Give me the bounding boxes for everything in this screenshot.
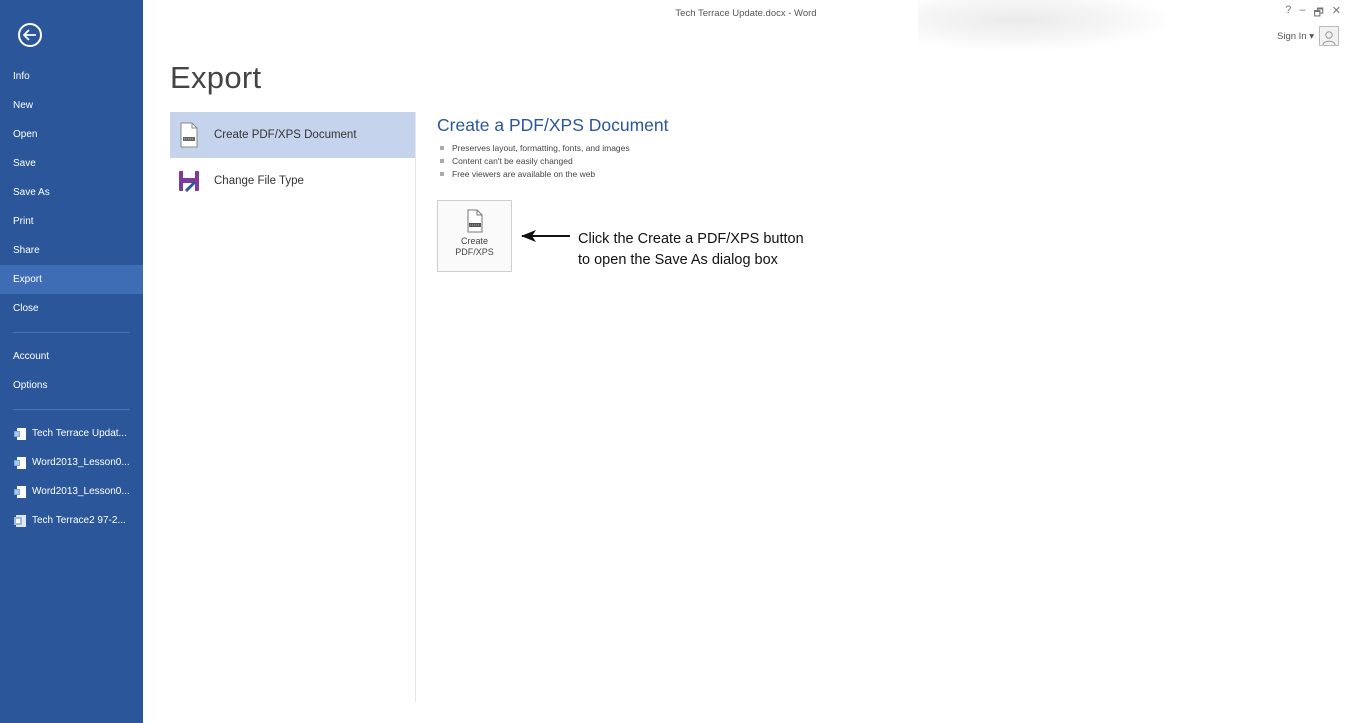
nav-item-new[interactable]: New [0, 91, 143, 120]
nav-item-print[interactable]: Print [0, 207, 143, 236]
restore-icon[interactable]: 🗗 [1313, 4, 1323, 23]
bullet-item: Preserves layout, formatting, fonts, and… [437, 142, 668, 155]
panel-divider [415, 112, 416, 702]
callout-annotation: Click the Create a PDF/XPS button to ope… [578, 229, 804, 271]
bullet-item: Content can't be easily changed [437, 155, 668, 168]
option-create-pdf-xps[interactable]: Create PDF/XPS Document [170, 112, 415, 158]
recent-doc-item[interactable]: Word2013_Lesson0... [0, 477, 143, 506]
recent-doc-label: Tech Terrace Updat... [32, 428, 127, 439]
create-pdf-xps-button[interactable]: Create PDF/XPS [437, 200, 512, 272]
nav-list: Info New Open Save Save As Print Share E… [0, 62, 143, 535]
window-controls: ? – 🗗 ✕ [1285, 4, 1341, 23]
callout-line: Click the Create a PDF/XPS button [578, 231, 804, 247]
recent-doc-label: Tech Terrace2 97-2... [32, 515, 126, 526]
callout-line: to open the Save As dialog box [578, 252, 778, 268]
title-bar: Tech Terrace Update.docx - Word ? – 🗗 ✕ … [143, 0, 1349, 50]
nav-item-share[interactable]: Share [0, 236, 143, 265]
nav-item-account[interactable]: Account [0, 342, 143, 371]
recent-doc-label: Word2013_Lesson0... [32, 486, 130, 497]
nav-item-info[interactable]: Info [0, 62, 143, 91]
recent-doc-item[interactable]: Word2013_Lesson0... [0, 448, 143, 477]
nav-item-save-as[interactable]: Save As [0, 178, 143, 207]
detail-bullets: Preserves layout, formatting, fonts, and… [437, 142, 668, 181]
avatar [1319, 26, 1339, 46]
recent-doc-item[interactable]: Tech Terrace Updat... [0, 419, 143, 448]
sign-in-button[interactable]: Sign In ▾ [1277, 26, 1339, 46]
option-change-file-type[interactable]: Change File Type [170, 158, 415, 204]
window-title: Tech Terrace Update.docx - Word [675, 8, 817, 19]
change-file-type-icon [179, 171, 199, 192]
export-options-list: Create PDF/XPS Document Change File Type [170, 112, 415, 204]
recent-doc-item[interactable]: Tech Terrace2 97-2... [0, 506, 143, 535]
detail-title: Create a PDF/XPS Document [437, 115, 669, 135]
recent-doc-label: Word2013_Lesson0... [32, 457, 130, 468]
bullet-item: Free viewers are available on the web [437, 168, 668, 181]
word-doc-icon [14, 485, 26, 498]
nav-item-export[interactable]: Export [0, 265, 143, 294]
back-arrow-icon[interactable] [18, 23, 42, 47]
pdf-document-icon [180, 122, 198, 148]
pdf-document-icon [467, 209, 482, 233]
nav-item-save[interactable]: Save [0, 149, 143, 178]
callout-arrow-icon [521, 230, 570, 242]
person-icon [1322, 31, 1336, 45]
minimize-icon[interactable]: – [1299, 4, 1305, 23]
export-detail-panel: Create a PDF/XPS Document Preserves layo… [437, 115, 668, 181]
sign-in-label: Sign In ▾ [1277, 30, 1314, 42]
backstage-nav: Info New Open Save Save As Print Share E… [0, 0, 143, 723]
option-label: Create PDF/XPS Document [214, 129, 357, 141]
create-pdf-xps-label: Create PDF/XPS [455, 236, 494, 257]
word97-doc-icon [14, 514, 26, 527]
nav-divider [13, 332, 130, 333]
word-doc-icon [14, 456, 26, 469]
page-title: Export [170, 60, 262, 95]
nav-item-options[interactable]: Options [0, 371, 143, 400]
option-label: Change File Type [214, 175, 304, 187]
nav-item-open[interactable]: Open [0, 120, 143, 149]
nav-item-close[interactable]: Close [0, 294, 143, 323]
help-icon[interactable]: ? [1285, 4, 1291, 23]
nav-divider [13, 409, 130, 410]
word-doc-icon [14, 427, 26, 440]
close-icon[interactable]: ✕ [1332, 4, 1341, 23]
